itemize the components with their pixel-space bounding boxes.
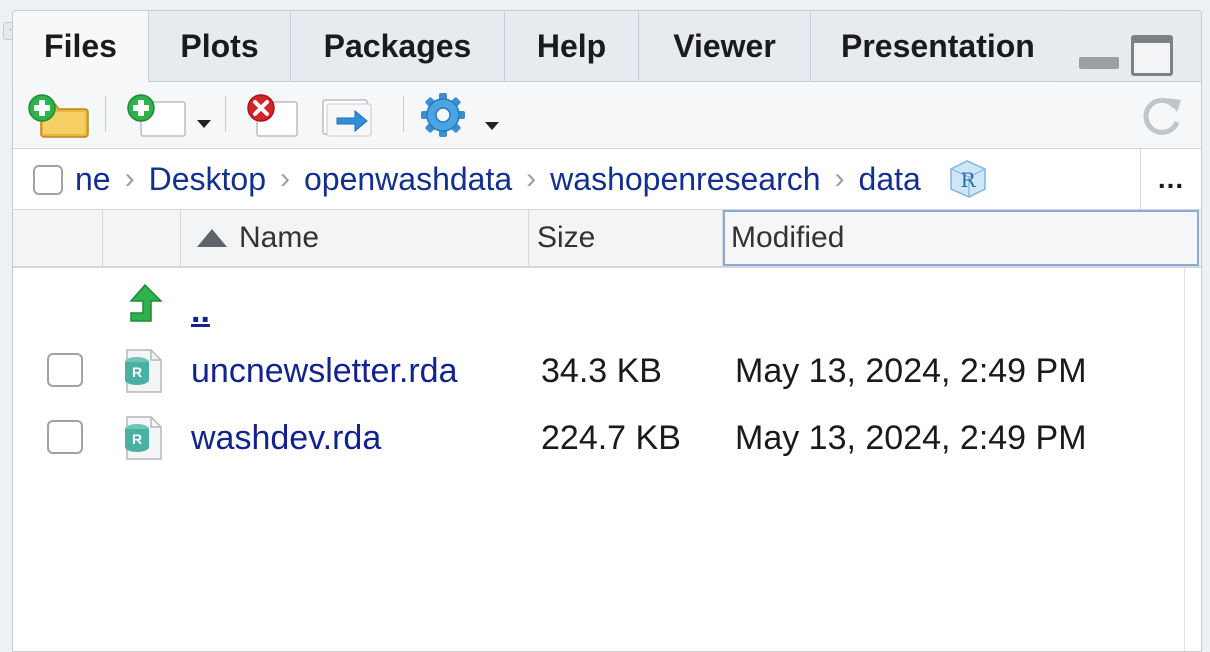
r-project-button[interactable]: R [945, 159, 991, 199]
toolbar-separator [403, 96, 404, 132]
delete-icon [247, 94, 298, 137]
tab-label: Packages [323, 27, 472, 64]
tab-label: Files [44, 28, 117, 64]
scrollbar[interactable] [1184, 268, 1201, 651]
parent-directory-row[interactable]: .. [13, 271, 1183, 335]
tab-label: Plots [180, 27, 259, 64]
new-folder-button[interactable] [27, 92, 91, 138]
file-name-link[interactable]: uncnewsletter.rda [191, 339, 458, 403]
table-row[interactable]: R uncnewsletter.rda 34.3 KB May 13, 2024… [13, 339, 1183, 403]
file-modified: May 13, 2024, 2:49 PM [735, 418, 1087, 457]
breadcrumb-item-openwashdata[interactable]: openwashdata [304, 161, 512, 198]
select-all-checkbox[interactable] [33, 165, 63, 195]
breadcrumb-more-button[interactable]: ... [1140, 149, 1201, 209]
header-checkbox-column [13, 210, 103, 266]
tab-bar: Files Plots Packages Help Viewer Present… [13, 11, 1201, 82]
breadcrumb: ne › Desktop › openwashdata › washopenre… [75, 149, 991, 209]
new-blank-file-icon [127, 94, 186, 137]
maximize-pane-button[interactable] [1131, 35, 1173, 76]
header-modified-column[interactable]: Modified [723, 210, 1199, 266]
chevron-right-icon: › [124, 162, 135, 195]
row-checkbox[interactable] [47, 420, 83, 454]
row-checkbox[interactable] [47, 353, 83, 387]
chevron-right-icon: › [279, 162, 290, 195]
delete-button[interactable] [241, 92, 301, 138]
breadcrumb-bar: ne › Desktop › openwashdata › washopenre… [13, 149, 1201, 210]
window-controls [1079, 33, 1175, 76]
new-folder-icon [28, 94, 89, 138]
file-size: 34.3 KB [541, 351, 662, 390]
refresh-icon [1143, 97, 1181, 135]
breadcrumb-item-desktop[interactable]: Desktop [149, 161, 266, 198]
svg-text:R: R [132, 431, 142, 447]
svg-text:R: R [960, 168, 976, 192]
tab-viewer[interactable]: Viewer [639, 11, 811, 81]
rename-icon [322, 99, 372, 137]
toolbar-separator [105, 96, 106, 132]
tab-plots[interactable]: Plots [149, 11, 291, 81]
r-data-file-icon: R [121, 406, 171, 470]
breadcrumb-item-data[interactable]: data [859, 161, 921, 198]
table-row[interactable]: R washdev.rda 224.7 KB May 13, 2024, 2:4… [13, 406, 1183, 470]
tab-files[interactable]: Files [13, 11, 149, 82]
chevron-down-icon[interactable] [485, 122, 499, 130]
tab-label: Presentation [841, 27, 1035, 64]
file-size: 224.7 KB [541, 418, 681, 457]
gear-icon [421, 93, 465, 137]
more-actions-button[interactable] [417, 92, 473, 138]
chevron-right-icon: › [834, 162, 845, 195]
header-modified-label: Modified [731, 221, 845, 254]
breadcrumb-item-washopenresearch[interactable]: washopenresearch [550, 161, 820, 198]
r-data-file-icon: R [121, 339, 171, 403]
file-list-header: Name Size Modified [13, 210, 1201, 268]
rename-button[interactable] [319, 92, 383, 138]
new-blank-file-button[interactable] [121, 92, 191, 138]
header-icon-column [103, 210, 181, 266]
files-pane: Files Plots Packages Help Viewer Present… [12, 10, 1202, 652]
file-modified: May 13, 2024, 2:49 PM [735, 351, 1087, 390]
r-project-icon: R [950, 160, 986, 198]
header-name-column[interactable]: Name [181, 210, 529, 266]
tab-packages[interactable]: Packages [291, 11, 505, 81]
tab-label: Help [536, 27, 607, 64]
tab-presentation[interactable]: Presentation [811, 11, 1061, 81]
up-arrow-icon [121, 271, 171, 335]
breadcrumb-item-home[interactable]: ne [75, 161, 111, 198]
svg-text:R: R [132, 364, 142, 380]
header-size-label: Size [537, 221, 596, 254]
sort-ascending-icon [197, 229, 227, 247]
chevron-down-icon[interactable] [197, 120, 211, 128]
tab-help[interactable]: Help [505, 11, 639, 81]
minimize-pane-button[interactable] [1079, 57, 1119, 69]
refresh-button[interactable] [1137, 92, 1187, 138]
header-name-label: Name [239, 221, 320, 254]
parent-directory-link[interactable]: .. [191, 279, 210, 343]
header-size-column[interactable]: Size [529, 210, 723, 266]
chevron-right-icon: › [526, 162, 537, 195]
files-toolbar [13, 82, 1201, 149]
tab-label: Viewer [673, 27, 776, 64]
toolbar-separator [225, 96, 226, 132]
file-name-link[interactable]: washdev.rda [191, 406, 381, 470]
